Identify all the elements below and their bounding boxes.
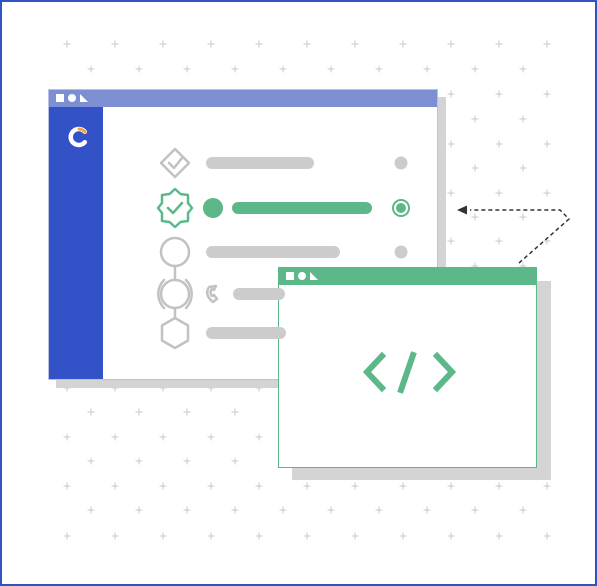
plus-mark [159, 40, 167, 48]
plus-mark [159, 433, 167, 441]
triangle-icon [80, 94, 88, 102]
plus-mark [447, 532, 455, 540]
plus-mark [519, 213, 527, 221]
plus-mark [63, 532, 71, 540]
plus-mark [183, 65, 191, 73]
plus-mark [495, 237, 503, 245]
plus-mark [111, 482, 119, 490]
plus-mark [375, 506, 383, 514]
plus-mark [63, 40, 71, 48]
plus-mark [87, 506, 95, 514]
square-icon [56, 94, 64, 102]
plus-mark [543, 40, 551, 48]
sidebar [49, 107, 103, 379]
plus-mark [423, 65, 431, 73]
plus-mark [471, 65, 479, 73]
plus-mark [279, 506, 287, 514]
plus-mark [351, 40, 359, 48]
plus-mark [111, 433, 119, 441]
plus-mark [303, 40, 311, 48]
plus-mark [231, 408, 239, 416]
plus-mark [471, 164, 479, 172]
plus-mark [135, 506, 143, 514]
plus-mark [519, 115, 527, 123]
plus-mark [135, 65, 143, 73]
plus-mark [207, 532, 215, 540]
plus-mark [471, 506, 479, 514]
plus-mark [111, 532, 119, 540]
plus-mark [399, 482, 407, 490]
plus-mark [255, 40, 263, 48]
plus-mark [543, 532, 551, 540]
plus-mark [399, 532, 407, 540]
plus-mark [327, 65, 335, 73]
main-window-titlebar [49, 90, 437, 107]
plus-mark [207, 40, 215, 48]
plus-mark [495, 40, 503, 48]
plus-mark [495, 532, 503, 540]
square-icon [286, 272, 294, 280]
plus-mark [519, 65, 527, 73]
plus-mark [87, 65, 95, 73]
plus-mark [495, 90, 503, 98]
plus-mark [231, 506, 239, 514]
plus-mark [519, 506, 527, 514]
plus-mark [495, 189, 503, 197]
plus-mark [159, 532, 167, 540]
plus-mark [183, 457, 191, 465]
plus-mark [543, 90, 551, 98]
code-window-titlebar [279, 268, 536, 285]
plus-mark [447, 90, 455, 98]
plus-mark [231, 457, 239, 465]
plus-mark [399, 40, 407, 48]
plus-mark [543, 140, 551, 148]
plus-mark [495, 140, 503, 148]
plus-mark [327, 506, 335, 514]
plus-mark [447, 189, 455, 197]
plus-mark [135, 457, 143, 465]
circle-icon [68, 94, 76, 102]
plus-mark [447, 140, 455, 148]
plus-mark [303, 482, 311, 490]
plus-mark [543, 482, 551, 490]
plus-mark [63, 482, 71, 490]
plus-mark [255, 532, 263, 540]
plus-mark [183, 506, 191, 514]
plus-mark [423, 506, 431, 514]
plus-mark [351, 482, 359, 490]
plus-mark [543, 189, 551, 197]
plus-mark [447, 40, 455, 48]
plus-mark [303, 532, 311, 540]
plus-mark [207, 433, 215, 441]
plus-mark [543, 237, 551, 245]
plus-mark [135, 408, 143, 416]
plus-mark [519, 164, 527, 172]
plus-mark [207, 482, 215, 490]
triangle-icon [310, 272, 318, 280]
plus-mark [447, 237, 455, 245]
plus-mark [351, 532, 359, 540]
plus-mark [471, 213, 479, 221]
plus-mark [159, 482, 167, 490]
plus-mark [375, 65, 383, 73]
plus-mark [87, 408, 95, 416]
plus-mark [87, 457, 95, 465]
plus-mark [495, 482, 503, 490]
plus-mark [231, 65, 239, 73]
circle-icon [298, 272, 306, 280]
plus-mark [183, 408, 191, 416]
plus-mark [63, 433, 71, 441]
plus-mark [255, 482, 263, 490]
plus-mark [111, 40, 119, 48]
plus-mark [471, 115, 479, 123]
plus-mark [255, 433, 263, 441]
plus-mark [279, 65, 287, 73]
plus-mark [447, 482, 455, 490]
code-window [278, 267, 537, 468]
